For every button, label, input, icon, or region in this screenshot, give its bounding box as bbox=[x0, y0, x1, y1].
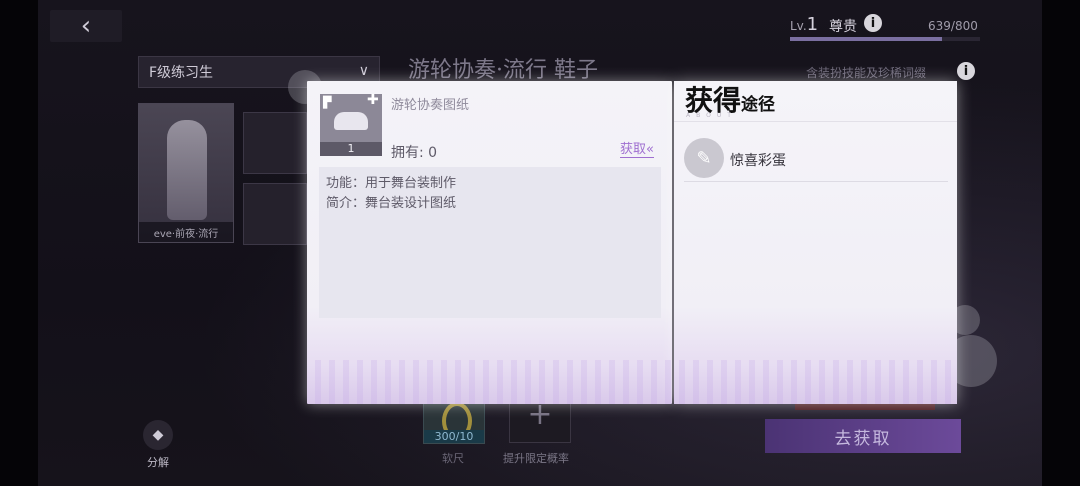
underlay-title: 游轮协奏·流行 鞋子 bbox=[408, 58, 598, 83]
outfit-slot-shoes[interactable] bbox=[243, 183, 307, 245]
corner-tag-icon: ▛ bbox=[323, 96, 332, 109]
source-subtitle: ABOUT bbox=[686, 112, 737, 119]
ruler-count: 300/10 bbox=[424, 430, 484, 443]
get-item-link[interactable]: 获取« bbox=[620, 142, 654, 158]
source-item[interactable]: ✎ 惊喜彩蛋 bbox=[684, 137, 948, 182]
chevron-left-icon: ‹ bbox=[80, 11, 92, 41]
left-letterbox bbox=[0, 0, 38, 486]
grade-dropdown-value: F级练习生 bbox=[149, 65, 214, 81]
source-item-label: 惊喜彩蛋 bbox=[730, 153, 786, 169]
decompose-button[interactable]: ◆ 分解 bbox=[138, 420, 178, 470]
owned-count: 拥有: 0 bbox=[391, 145, 438, 161]
outfit-slot-hair[interactable] bbox=[243, 112, 307, 174]
xp-progress-fill bbox=[790, 37, 942, 41]
level-label: Lv.1 bbox=[790, 14, 819, 35]
character-card-label: eve·前夜·流行 bbox=[139, 222, 233, 242]
cube-icon: ◆ bbox=[143, 420, 173, 450]
info-icon[interactable]: i bbox=[864, 14, 882, 32]
intro-text: 简介：舞台装设计图纸 bbox=[326, 196, 457, 211]
character-figure bbox=[167, 120, 207, 220]
right-letterbox bbox=[1042, 0, 1080, 486]
xp-progress-bar bbox=[790, 37, 980, 41]
divider bbox=[674, 121, 957, 122]
obtain-button[interactable]: 去获取 bbox=[765, 419, 961, 453]
shoe-icon bbox=[334, 112, 368, 130]
info-icon-secondary[interactable]: i bbox=[957, 62, 975, 80]
puzzle-icon: ✚ bbox=[367, 92, 379, 108]
underlay-note: 含装扮技能及珍稀词缀 bbox=[806, 66, 927, 80]
back-button[interactable]: ‹ bbox=[50, 10, 122, 42]
source-panel bbox=[674, 81, 957, 404]
chevron-down-icon: ∨ bbox=[358, 63, 369, 79]
item-count: 1 bbox=[320, 142, 382, 156]
xp-value: 639/800 bbox=[928, 19, 978, 33]
decompose-label: 分解 bbox=[147, 456, 169, 469]
rank-label: 尊贵 bbox=[829, 19, 857, 35]
gift-icon: ✎ bbox=[684, 138, 724, 178]
add-slot-label: 提升限定概率 bbox=[503, 452, 569, 465]
ruler-item-slot[interactable]: 300/10 bbox=[423, 398, 485, 444]
function-text: 功能：用于舞台装制作 bbox=[326, 176, 457, 191]
item-name: 游轮协奏图纸 bbox=[391, 98, 470, 113]
ruler-label: 软尺 bbox=[442, 452, 464, 465]
character-card[interactable]: eve·前夜·流行 bbox=[138, 103, 234, 243]
